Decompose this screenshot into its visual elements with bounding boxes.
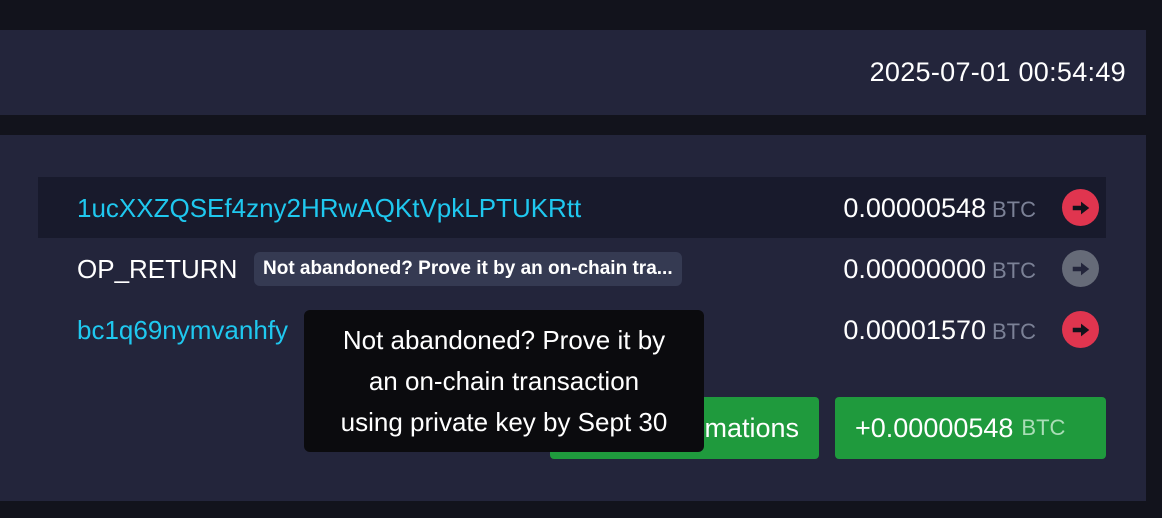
output-row: 1ucXXZQSEf4zny2HRwAQKtVpkLPTUKRtt 0.0000… xyxy=(38,177,1106,238)
confirmations-label: mations xyxy=(704,412,799,443)
tooltip-line: Not abandoned? Prove it by xyxy=(342,325,666,355)
output-address-link[interactable]: bc1q69nymvanhfy xyxy=(77,315,288,346)
output-amount: 0.00000000 BTC xyxy=(843,254,1036,285)
tooltip-line: an on-chain transaction xyxy=(368,366,640,396)
output-address-link[interactable]: 1ucXXZQSEf4zny2HRwAQKtVpkLPTUKRtt xyxy=(77,193,581,224)
arrow-right-icon[interactable] xyxy=(1062,189,1099,226)
output-amount: 0.00001570 BTC xyxy=(843,315,1036,346)
total-amount-button[interactable]: +0.00000548 BTC xyxy=(835,397,1106,459)
output-amount: 0.00000548 BTC xyxy=(843,193,1036,224)
arrow-right-icon xyxy=(1062,250,1099,287)
output-amount-unit: BTC xyxy=(992,197,1036,222)
block-timestamp: 2025-07-01 00:54:49 xyxy=(869,57,1126,87)
total-amount-value: +0.00000548 xyxy=(855,412,1014,443)
output-amount-value: 0.00000548 xyxy=(843,193,986,223)
output-amount-value: 0.00001570 xyxy=(843,315,986,345)
header-panel: 2025-07-01 00:54:49 xyxy=(0,30,1146,115)
output-amount-value: 0.00000000 xyxy=(843,254,986,284)
op-return-tooltip: Not abandoned? Prove it by an on-chain t… xyxy=(304,310,704,452)
output-amount-unit: BTC xyxy=(992,319,1036,344)
output-row: OP_RETURN Not abandoned? Prove it by an … xyxy=(38,238,1106,299)
tooltip-line: using private key by Sept 30 xyxy=(340,407,668,437)
arrow-right-icon[interactable] xyxy=(1062,311,1099,348)
output-script-type: OP_RETURN xyxy=(77,254,238,284)
total-amount-unit: BTC xyxy=(1021,415,1066,440)
output-amount-unit: BTC xyxy=(992,258,1036,283)
op-return-message-badge[interactable]: Not abandoned? Prove it by an on-chain t… xyxy=(254,252,682,286)
